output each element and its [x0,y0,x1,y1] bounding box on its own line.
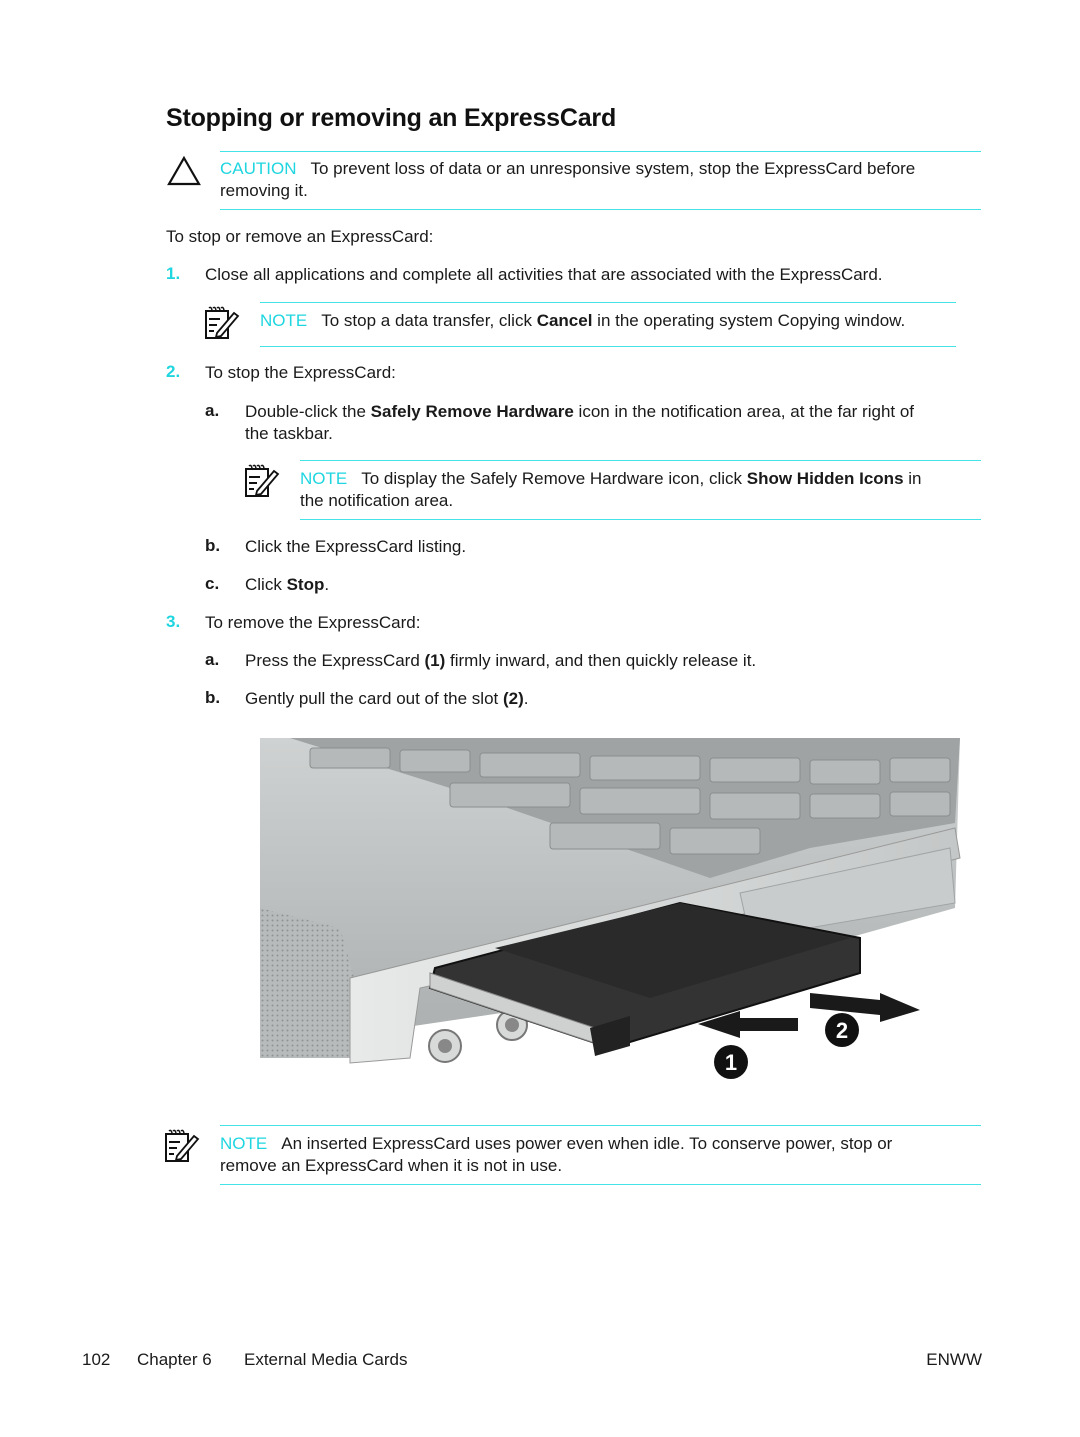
cancel-term: Cancel [536,311,593,330]
safely-remove-hardware-term: Safely Remove Hardware [370,402,574,421]
intro-text: To stop or remove an ExpressCard: [166,227,434,246]
arrow-1-push: 1 [698,1011,798,1079]
footer-chapter-title: External Media Cards [244,1350,408,1369]
caution-top-rule [220,151,981,152]
step-1-number: 1. [166,264,181,283]
step-2a-letter: a. [205,401,220,420]
callout-2: 2 [836,1018,848,1043]
step-2b-letter: b. [205,536,221,555]
step-3b-letter: b. [205,688,221,707]
step-3-text: To remove the ExpressCard: [205,613,421,632]
note-pencil-icon [244,464,280,498]
step-2b-text: Click the ExpressCard listing. [245,537,467,556]
show-hidden-icons-term: Show Hidden Icons [746,469,904,488]
step-2-number: 2. [166,362,181,381]
note-pencil-icon [204,306,240,340]
note-2-label: NOTE [300,469,348,488]
note-pencil-icon [164,1129,200,1163]
note-2-top-rule [300,460,981,461]
stop-term: Stop [286,575,325,594]
step-2-text: To stop the ExpressCard: [205,363,396,382]
caution-label: CAUTION [220,159,297,178]
caution-text: CAUTION To prevent loss of data or an unr… [220,159,916,200]
caution-bottom-rule [220,209,981,210]
note-3-bottom-rule [220,1184,981,1185]
page-title: Stopping or removing an ExpressCard [166,104,617,132]
step-3-number: 3. [166,612,181,631]
expresscard-removal-figure: 1 2 [250,728,970,1106]
arrow-2-pull: 2 [810,993,920,1047]
note-1-label: NOTE [260,311,308,330]
step-3a-letter: a. [205,650,220,669]
footer-chapter: Chapter 6 [137,1350,212,1369]
note-2-text: NOTE To display the Safely Remove Hardwar… [300,469,922,510]
note-3-top-rule [220,1125,981,1126]
step-2c-text: Click Stop. [245,575,330,594]
step-2a-text: Double-click the Safely Remove Hardware … [245,402,915,443]
note-2-bottom-rule [300,519,981,520]
note-1-bottom-rule [260,346,956,347]
note-3-label: NOTE [220,1134,268,1153]
step-2c-letter: c. [205,574,220,593]
step-3a-text: Press the ExpressCard (1) firmly inward,… [245,651,757,670]
callout-1: 1 [725,1050,737,1075]
footer-locale: ENWW [926,1350,982,1369]
step-1-text: Close all applications and complete all … [205,265,883,284]
note-3-text: NOTE An inserted ExpressCard uses power e… [220,1134,893,1175]
note-1-top-rule [260,302,956,303]
page-number: 102 [82,1350,111,1369]
note-1-text: NOTE To stop a data transfer, click Cance… [260,311,906,330]
step-3b-text: Gently pull the card out of the slot (2)… [245,689,529,708]
caution-triangle-icon [166,155,202,187]
